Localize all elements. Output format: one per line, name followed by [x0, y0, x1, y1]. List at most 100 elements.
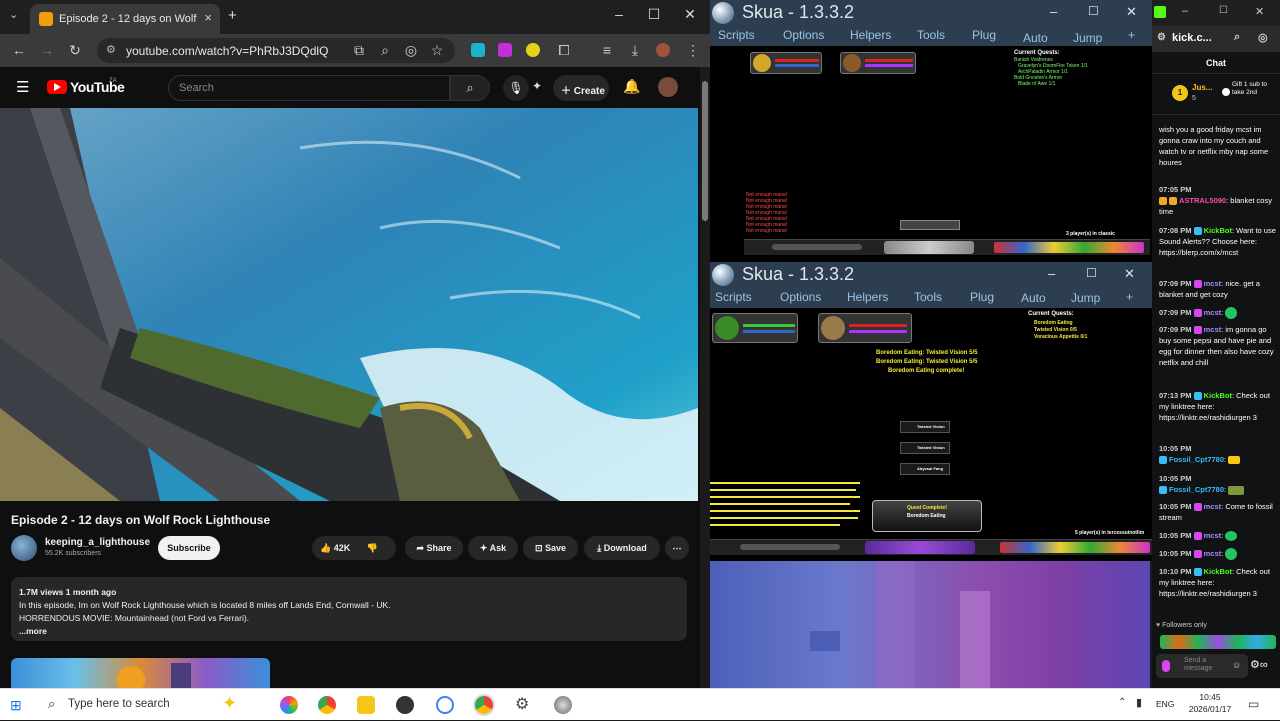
close-window-icon[interactable]: ✕	[678, 6, 702, 23]
new-tab-icon[interactable]: +	[228, 7, 237, 24]
skua-1-skill-bar[interactable]	[884, 241, 974, 254]
gift-sub-text[interactable]: Gift 1 sub to take 2nd	[1232, 81, 1272, 97]
show-more-link[interactable]: ...more	[19, 625, 679, 638]
download-icon[interactable]: ⤓	[626, 42, 644, 59]
chat-message-10-user[interactable]: mcst	[1204, 531, 1222, 540]
skua-1-minimize-icon[interactable]: –	[1050, 4, 1057, 19]
kick-site-settings-icon[interactable]: ⚙	[1157, 32, 1166, 43]
tab-youtube[interactable]: Episode 2 - 12 days on Wolf ×	[30, 4, 220, 34]
kick-maximize-icon[interactable]: ☐	[1219, 5, 1228, 16]
skua-2-close-icon[interactable]: ✕	[1124, 266, 1135, 282]
kick-eye-off-icon[interactable]: ◎	[1258, 31, 1268, 44]
skua-1-close-icon[interactable]: ✕	[1126, 4, 1137, 20]
skua-1-menu-jump[interactable]: Jump	[1073, 31, 1102, 45]
zoom-icon[interactable]: ⌕	[376, 42, 394, 59]
skua-2-game-canvas[interactable]: Current Quests: Boredom Eating Twisted V…	[710, 308, 1152, 561]
skua-1-menu-add[interactable]: +	[1128, 28, 1135, 42]
hamburger-menu-icon[interactable]: ☰	[16, 78, 29, 96]
skua-2-menu-auto[interactable]: Auto	[1021, 291, 1046, 305]
copilot-sparkle-icon[interactable]: ✦	[222, 693, 237, 714]
skua-1-menu-icons[interactable]	[994, 242, 1144, 253]
microphone-icon[interactable]: 🎙	[503, 75, 529, 101]
skua-1-menu-helpers[interactable]: Helpers	[850, 28, 891, 42]
media-controls-icon[interactable]: ≡	[598, 42, 616, 58]
chat-message-input[interactable]: Send a message ☺	[1156, 654, 1248, 678]
download-button[interactable]: ⤓ Download	[584, 536, 660, 560]
chat-message-6-user[interactable]: KickBot	[1204, 391, 1232, 400]
ask-sparkle-icon[interactable]: ✦	[532, 79, 542, 93]
skua-2-menu-helpers[interactable]: Helpers	[847, 290, 888, 304]
more-actions-icon[interactable]: ⋯	[665, 536, 689, 560]
skua-2-menu-options[interactable]: Options	[780, 290, 821, 304]
channel-name[interactable]: keeping_a_lighthouse	[45, 537, 150, 548]
taskbar-search-box[interactable]: ⌕ Type here to search	[36, 689, 232, 721]
chat-message-3-user[interactable]: mcst	[1204, 279, 1222, 288]
skua-2-drop-3[interactable]: Abyssal Fang	[900, 463, 950, 475]
skua-2-skill-bar[interactable]	[865, 541, 975, 554]
skua-2-menu-add[interactable]: +	[1126, 290, 1133, 304]
tab-search-icon[interactable]: ⌄	[9, 8, 18, 21]
thumbs-up-icon[interactable]: 👍	[320, 543, 334, 553]
save-button[interactable]: ⊡ Save	[523, 536, 578, 560]
skua-2-menu-scripts[interactable]: Scripts	[715, 290, 752, 304]
search-icon[interactable]: ⌕	[450, 75, 490, 101]
extensions-puzzle-icon[interactable]: ⧠	[555, 42, 573, 59]
tray-clock[interactable]: 10:45 2026/01/17	[1185, 691, 1235, 715]
skua-1-menu-options[interactable]: Options	[783, 28, 824, 42]
bookmark-star-icon[interactable]: ☆	[428, 42, 446, 59]
extension-3-icon[interactable]	[526, 43, 540, 57]
like-count[interactable]: 42K	[334, 543, 351, 553]
emote-bar[interactable]	[1160, 635, 1276, 649]
profile-avatar-icon[interactable]	[656, 43, 670, 57]
skua-2-menu-plug[interactable]: Plug	[970, 290, 994, 304]
account-avatar[interactable]	[658, 77, 678, 97]
chat-settings-icon[interactable]: ⚙∞	[1250, 658, 1268, 671]
youtube-search-input[interactable]: Search	[168, 75, 450, 101]
taskbar-chrome-2-icon[interactable]	[475, 696, 493, 714]
scrollbar-thumb[interactable]	[702, 81, 708, 221]
forward-icon[interactable]: →	[38, 42, 56, 58]
skua-2-menu-jump[interactable]: Jump	[1071, 291, 1100, 305]
skua-2-menu-tools[interactable]: Tools	[914, 290, 942, 304]
chat-message-2-user[interactable]: KickBot	[1204, 226, 1232, 235]
tray-battery-icon[interactable]: ▮	[1136, 696, 1142, 709]
taskbar-chrome-icon[interactable]	[318, 696, 336, 714]
notification-center-icon[interactable]: ▭	[1248, 697, 1259, 711]
chat-message-9-user[interactable]: mcst	[1204, 502, 1222, 511]
back-icon[interactable]: ←	[10, 42, 28, 58]
ask-button[interactable]: ✦ Ask	[468, 536, 518, 560]
share-button[interactable]: ➦ Share	[405, 536, 463, 560]
next-video-thumbnail[interactable]	[11, 658, 270, 688]
kick-close-icon[interactable]: ✕	[1255, 5, 1264, 18]
extension-2-icon[interactable]	[498, 43, 512, 57]
taskbar-app-colorwheel-icon[interactable]	[280, 696, 298, 714]
skua-1-menu-plug[interactable]: Plug	[972, 28, 996, 42]
tab-close-icon[interactable]: ×	[204, 10, 212, 25]
skua-2-action-bar[interactable]	[710, 539, 1152, 555]
notifications-bell-icon[interactable]: 🔔	[623, 78, 640, 95]
windows-start-icon[interactable]: ⊞	[10, 697, 22, 714]
create-button[interactable]: ＋ Create	[553, 75, 609, 101]
chat-message-4-user[interactable]: mcst	[1204, 308, 1222, 317]
skua-1-action-bar[interactable]	[744, 239, 1150, 255]
page-scrollbar[interactable]	[700, 67, 710, 688]
thumbs-down-icon[interactable]: 👎	[367, 543, 378, 553]
kick-zoom-icon[interactable]: ⌕	[1234, 31, 1240, 44]
channel-avatar[interactable]	[11, 535, 37, 561]
skua-2-maximize-icon[interactable]: ☐	[1086, 266, 1097, 280]
skua-1-menu-auto[interactable]: Auto	[1023, 31, 1048, 45]
tray-language[interactable]: ENG	[1156, 699, 1174, 709]
skua-1-chat-input[interactable]	[772, 244, 862, 250]
skua-1-game-canvas[interactable]: Current Quests: Banish Voidrenes Gravely…	[710, 46, 1152, 262]
eye-off-icon[interactable]: ◎	[402, 42, 420, 59]
description-box[interactable]: 1.7M views 1 month ago In this episode, …	[11, 577, 687, 641]
chat-message-12-user[interactable]: KickBot	[1204, 567, 1232, 576]
video-player[interactable]	[0, 108, 698, 501]
taskbar-file-explorer-icon[interactable]	[357, 696, 375, 714]
reload-icon[interactable]: ↻	[66, 42, 84, 59]
kick-minimize-icon[interactable]: –	[1182, 5, 1188, 17]
pinned-user-name[interactable]: Jus...	[1192, 83, 1212, 92]
chrome-menu-icon[interactable]: ⋮	[684, 42, 702, 59]
skua-1-menu-scripts[interactable]: Scripts	[718, 28, 755, 42]
taskbar-settings-icon[interactable]: ⚙	[515, 694, 529, 714]
